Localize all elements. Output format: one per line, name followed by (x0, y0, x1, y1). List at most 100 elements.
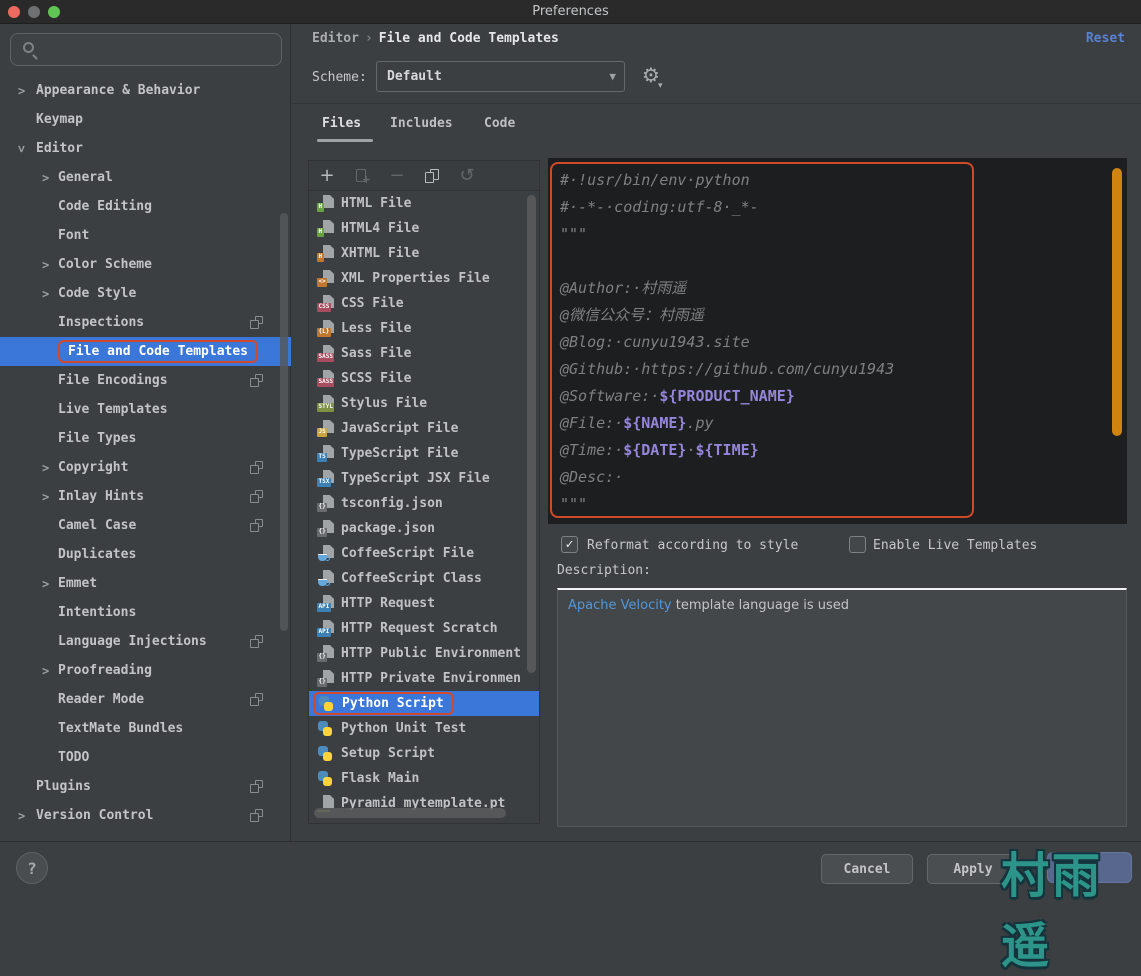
add-template-button[interactable]: + (319, 165, 335, 186)
gear-icon[interactable]: ⚙▾ (642, 63, 662, 91)
create-from-template-button[interactable]: + (354, 168, 371, 186)
template-item-html-file[interactable]: H HTML File (309, 191, 539, 216)
enable-live-templates-checkbox[interactable] (849, 536, 866, 553)
sidebar-item-label: Appearance & Behavior (36, 83, 201, 98)
tab-files[interactable]: Files (322, 116, 361, 131)
sidebar-item-font[interactable]: Font (0, 221, 291, 250)
template-item-css-file[interactable]: CSS CSS File (309, 291, 539, 316)
json-file-icon: {} (317, 495, 335, 512)
sidebar-item-keymap[interactable]: Keymap (0, 105, 291, 134)
template-item-http-private-environmen[interactable]: {} HTTP Private Environmen (309, 666, 539, 691)
copy-template-button[interactable] (424, 168, 440, 184)
sidebar-item-code-style[interactable]: > Code Style (0, 279, 291, 308)
watermark-text: 村雨遥 (1001, 848, 1104, 974)
sidebar-item-inspections[interactable]: Inspections (0, 308, 291, 337)
scheme-select[interactable]: Default ▼ (376, 61, 625, 92)
sidebar-item-camel-case[interactable]: Camel Case (0, 511, 291, 540)
python-file-icon (317, 770, 335, 787)
tab-includes[interactable]: Includes (390, 116, 453, 131)
breadcrumb-parent[interactable]: Editor (312, 31, 359, 46)
settings-sidebar: > Appearance & Behavior Keymap > Editor > Gene… (0, 24, 291, 841)
badge-file-icon: CSS (317, 295, 335, 312)
template-list-horizontal-scrollbar[interactable] (314, 808, 506, 818)
python-file-icon (318, 695, 336, 712)
sidebar-item-file-and-code-templates[interactable]: File and Code Templates (0, 337, 291, 366)
chevron-right-icon[interactable]: > (42, 258, 49, 272)
sidebar-scrollbar[interactable] (280, 213, 288, 631)
sidebar-item-emmet[interactable]: > Emmet (0, 569, 291, 598)
reset-template-button[interactable]: ↺ (459, 165, 475, 186)
sidebar-item-file-types[interactable]: File Types (0, 424, 291, 453)
chevron-right-icon[interactable]: > (42, 490, 49, 504)
tab-code[interactable]: Code (484, 116, 515, 131)
sidebar-item-appearance-behavior[interactable]: > Appearance & Behavior (0, 76, 291, 105)
template-item-setup-script[interactable]: Setup Script (309, 741, 539, 766)
sidebar-item-plugins[interactable]: Plugins (0, 772, 291, 801)
template-item-javascript-file[interactable]: JS JavaScript File (309, 416, 539, 441)
template-item-python-unit-test[interactable]: Python Unit Test (309, 716, 539, 741)
template-item-package-json[interactable]: {} package.json (309, 516, 539, 541)
sidebar-item-reader-mode[interactable]: Reader Mode (0, 685, 291, 714)
sidebar-item-proofreading[interactable]: > Proofreading (0, 656, 291, 685)
template-item-typescript-file[interactable]: TS TypeScript File (309, 441, 539, 466)
help-button[interactable]: ? (16, 852, 48, 884)
template-item-xml-properties-file[interactable]: <> XML Properties File (309, 266, 539, 291)
sidebar-item-label: File Encodings (58, 373, 168, 388)
sidebar-item-language-injections[interactable]: Language Injections (0, 627, 291, 656)
template-item-coffeescript-class[interactable]: CoffeeScript Class (309, 566, 539, 591)
sidebar-item-copyright[interactable]: > Copyright (0, 453, 291, 482)
sidebar-item-textmate-bundles[interactable]: TextMate Bundles (0, 714, 291, 743)
chevron-right-icon[interactable]: > (42, 461, 49, 475)
chevron-right-icon[interactable]: > (42, 171, 49, 185)
template-item-scss-file[interactable]: SASS SCSS File (309, 366, 539, 391)
badge-file-icon: JS (317, 420, 335, 437)
sidebar-item-file-encodings[interactable]: File Encodings (0, 366, 291, 395)
template-item-http-public-environment[interactable]: {} HTTP Public Environment (309, 641, 539, 666)
sidebar-item-general[interactable]: > General (0, 163, 291, 192)
badge-file-icon: H (317, 245, 335, 262)
template-item-http-request[interactable]: API HTTP Request (309, 591, 539, 616)
reset-link[interactable]: Reset (1086, 31, 1125, 46)
description-panel: Apache Velocity template language is use… (557, 588, 1127, 827)
chevron-right-icon[interactable]: > (42, 664, 49, 678)
mirror-settings-icon (250, 809, 263, 822)
sidebar-item-todo[interactable]: TODO (0, 743, 291, 772)
template-item-coffeescript-file[interactable]: CoffeeScript File (309, 541, 539, 566)
template-item-label: Flask Main (341, 771, 420, 786)
sidebar-item-inlay-hints[interactable]: > Inlay Hints (0, 482, 291, 511)
chevron-right-icon[interactable]: > (42, 577, 49, 591)
remove-template-button[interactable]: − (389, 165, 405, 186)
sidebar-item-label: Inspections (58, 315, 145, 330)
template-item-less-file[interactable]: {L} Less File (309, 316, 539, 341)
template-item-sass-file[interactable]: SASS Sass File (309, 341, 539, 366)
sidebar-item-intentions[interactable]: Intentions (0, 598, 291, 627)
template-item-html4-file[interactable]: H HTML4 File (309, 216, 539, 241)
template-item-xhtml-file[interactable]: H XHTML File (309, 241, 539, 266)
sidebar-item-editor[interactable]: > Editor (0, 134, 291, 163)
template-item-http-request-scratch[interactable]: API HTTP Request Scratch (309, 616, 539, 641)
apache-velocity-link[interactable]: Apache Velocity (568, 598, 672, 613)
sidebar-item-label: Proofreading (58, 663, 152, 678)
template-list-vertical-scrollbar[interactable] (527, 195, 536, 673)
cancel-button[interactable]: Cancel (821, 854, 913, 884)
sidebar-item-live-templates[interactable]: Live Templates (0, 395, 291, 424)
sidebar-item-code-editing[interactable]: Code Editing (0, 192, 291, 221)
template-item-flask-main[interactable]: Flask Main (309, 766, 539, 791)
breadcrumb-separator: › (364, 31, 373, 46)
template-item-typescript-jsx-file[interactable]: TSX TypeScript JSX File (309, 466, 539, 491)
editor-scrollbar[interactable] (1112, 168, 1122, 436)
sidebar-item-duplicates[interactable]: Duplicates (0, 540, 291, 569)
chevron-right-icon[interactable]: > (18, 84, 25, 98)
template-item-label: Less File (341, 321, 412, 336)
sidebar-item-color-scheme[interactable]: > Color Scheme (0, 250, 291, 279)
chevron-right-icon[interactable]: > (42, 287, 49, 301)
template-item-stylus-file[interactable]: STYL Stylus File (309, 391, 539, 416)
search-input[interactable] (10, 33, 282, 66)
chevron-right-icon[interactable]: > (18, 809, 25, 823)
reformat-checkbox[interactable]: ✓ (561, 536, 578, 553)
chevron-down-icon[interactable]: > (15, 145, 29, 152)
template-item-python-script[interactable]: Python Script (309, 691, 539, 716)
template-item-tsconfig-json[interactable]: {} tsconfig.json (309, 491, 539, 516)
coffee-file-icon (317, 545, 335, 562)
sidebar-item-version-control[interactable]: > Version Control (0, 801, 291, 830)
